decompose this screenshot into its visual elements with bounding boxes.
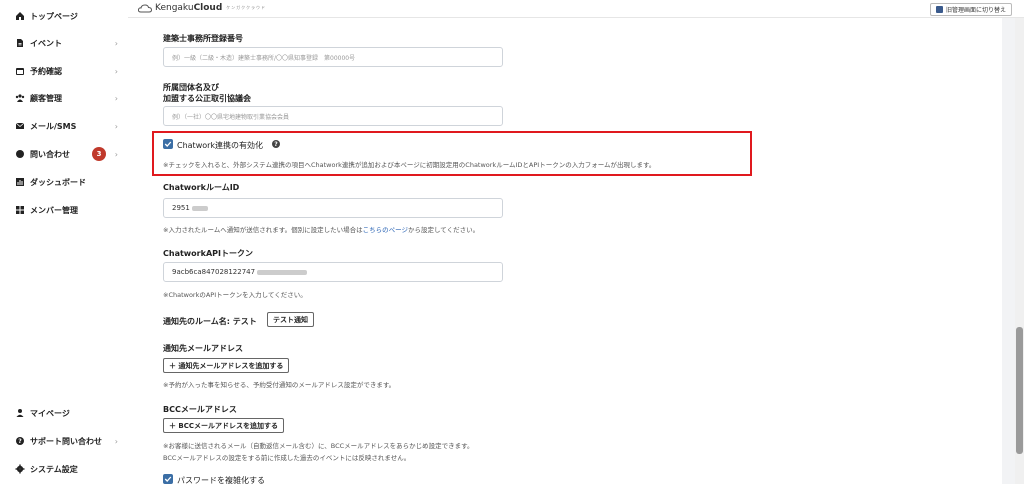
brand-bold: Cloud: [193, 3, 223, 13]
add-notify-email-button[interactable]: ＋ 通知先メールアドレスを追加する: [163, 358, 290, 373]
chevron-right-icon: ›: [114, 121, 118, 131]
help-icon[interactable]: ?: [272, 140, 280, 148]
chat-icon: [14, 149, 25, 160]
switch-legacy-admin-button[interactable]: 旧管理画面に切り替え: [929, 3, 1012, 16]
users-icon: [14, 93, 25, 104]
chatwork-room-id-label: ChatworkルームID: [163, 183, 240, 192]
redacted-mask: [191, 205, 208, 211]
bcc-email-label: BCCメールアドレス: [163, 405, 237, 414]
sidebar-item-top[interactable]: トップページ: [14, 7, 122, 25]
chevron-right-icon: ›: [114, 38, 118, 48]
document-icon: [14, 38, 25, 49]
sidebar-item-label: 顧客管理: [30, 93, 62, 103]
chevron-right-icon: ›: [114, 93, 118, 103]
grid-icon: [14, 205, 25, 216]
password-complex-label[interactable]: パスワードを複雑化する: [177, 475, 265, 484]
password-complex-checkbox[interactable]: [163, 474, 173, 484]
chevron-right-icon: ›: [114, 149, 118, 159]
switch-legacy-admin-label: 旧管理画面に切り替え: [945, 7, 1006, 14]
settings-panel: [128, 18, 1002, 484]
calendar-icon: [14, 66, 25, 77]
check-icon: [164, 476, 172, 482]
organization-label-line1: 所属団体名及び: [163, 83, 219, 92]
chatwork-room-id-input[interactable]: 2951: [163, 198, 503, 218]
sidebar-item-mypage[interactable]: マイページ: [14, 404, 122, 422]
sidebar: トップページ イベント › 予約確認 › 顧客管理 › メール/SMS › 問い…: [0, 0, 128, 484]
chatwork-api-token-label: ChatworkAPIトークン: [163, 249, 253, 258]
sidebar-item-label: ダッシュボード: [30, 177, 86, 187]
sidebar-item-event[interactable]: イベント ›: [14, 34, 122, 52]
sidebar-item-label: トップページ: [30, 11, 78, 21]
organization-label-line2: 加盟する公正取引協議会: [163, 94, 251, 103]
sidebar-item-label: イベント: [30, 38, 62, 48]
sidebar-item-reservation[interactable]: 予約確認 ›: [14, 62, 122, 80]
home-icon: [14, 11, 25, 22]
chevron-right-icon: ›: [114, 66, 118, 76]
app-logo[interactable]: Kengaku Cloud ケンガククラウド: [138, 3, 266, 13]
brand-prefix: Kengaku: [155, 3, 194, 13]
room-settings-link[interactable]: こちらのページ: [363, 226, 408, 234]
chatwork-room-id-value: 2951: [172, 204, 190, 212]
cloud-icon: [138, 3, 152, 12]
brand-subtitle: ケンガククラウド: [226, 5, 267, 10]
sidebar-item-inquiry[interactable]: 問い合わせ 3 ›: [14, 145, 122, 163]
help-icon: ?: [14, 436, 25, 447]
bcc-email-help-line1: ※お客様に送信されるメール（自動返信メール含む）に、BCCメールアドレスをあらか…: [163, 442, 474, 450]
sidebar-item-mail[interactable]: メール/SMS ›: [14, 117, 122, 135]
sidebar-item-label: メンバー管理: [30, 205, 78, 215]
help-text-suffix: から設定してください。: [407, 226, 480, 234]
sidebar-item-dashboard[interactable]: ダッシュボード: [14, 173, 122, 191]
chatwork-enable-checkbox[interactable]: [163, 139, 173, 149]
organization-input[interactable]: 例）（一社）〇〇県宅地建物取引業協会会員: [163, 106, 503, 126]
sidebar-item-system-settings[interactable]: システム設定: [14, 460, 122, 478]
chart-icon: [14, 177, 25, 188]
mail-icon: [14, 121, 25, 132]
registry-number-label: 建築士事務所登録番号: [163, 34, 243, 43]
sidebar-item-label: 予約確認: [30, 66, 62, 76]
chatwork-highlight-box: [152, 131, 752, 176]
chatwork-api-token-help: ※ChatworkのAPIトークンを入力してください。: [163, 291, 307, 299]
sidebar-item-label: マイページ: [30, 408, 70, 418]
sidebar-item-label: サポート問い合わせ: [30, 436, 102, 446]
scrollbar-thumb[interactable]: [1016, 327, 1023, 454]
bcc-email-help-line2: BCCメールアドレスの設定をする前に作成した過去のイベントには反映されません。: [163, 454, 411, 462]
check-icon: [164, 141, 172, 147]
sidebar-item-support[interactable]: ? サポート問い合わせ ›: [14, 432, 122, 450]
chatwork-api-token-input[interactable]: 9acb6ca847028122747: [163, 262, 503, 282]
notify-room-name: 通知先のルーム名: テスト: [163, 317, 257, 326]
chatwork-enable-help: ※チェックを入れると、外部システム連携の項目へChatwork連携が追加および本…: [163, 161, 656, 169]
chatwork-room-id-help: ※入力されたルームへ通知が送信されます。個別に設定したい場合はこちらのページから…: [163, 224, 479, 234]
sidebar-item-label: メール/SMS: [30, 121, 77, 131]
sidebar-item-members[interactable]: メンバー管理: [14, 201, 122, 219]
chevron-right-icon: ›: [114, 436, 118, 446]
test-notify-button[interactable]: テスト通知: [267, 312, 314, 327]
inquiry-count-badge: 3: [92, 147, 106, 161]
svg-text:?: ?: [18, 438, 22, 445]
switch-icon: [935, 6, 943, 13]
chatwork-enable-label[interactable]: Chatwork連携の有効化: [177, 140, 263, 151]
notify-email-help: ※予約が入った事を知らせる、予約受付通知のメールアドレス設定ができます。: [163, 381, 396, 389]
sidebar-item-customers[interactable]: 顧客管理 ›: [14, 89, 122, 107]
user-icon: [14, 408, 25, 419]
add-bcc-email-button[interactable]: ＋ BCCメールアドレスを追加する: [163, 418, 285, 433]
sidebar-item-label: 問い合わせ: [30, 149, 70, 159]
registry-number-input[interactable]: 例）一級（二級・木造）建築士事務所/〇〇県知事登録 第00000号: [163, 47, 503, 67]
help-text-prefix: ※入力されたルームへ通知が送信されます。個別に設定したい場合は: [163, 226, 363, 234]
notify-email-label: 通知先メールアドレス: [163, 344, 243, 353]
chatwork-api-token-value: 9acb6ca847028122747: [172, 268, 256, 276]
sidebar-item-label: システム設定: [30, 464, 78, 474]
gear-icon: [14, 464, 25, 475]
top-bar: Kengaku Cloud ケンガククラウド 旧管理画面に切り替え: [128, 0, 1024, 18]
redacted-mask: [257, 269, 308, 275]
